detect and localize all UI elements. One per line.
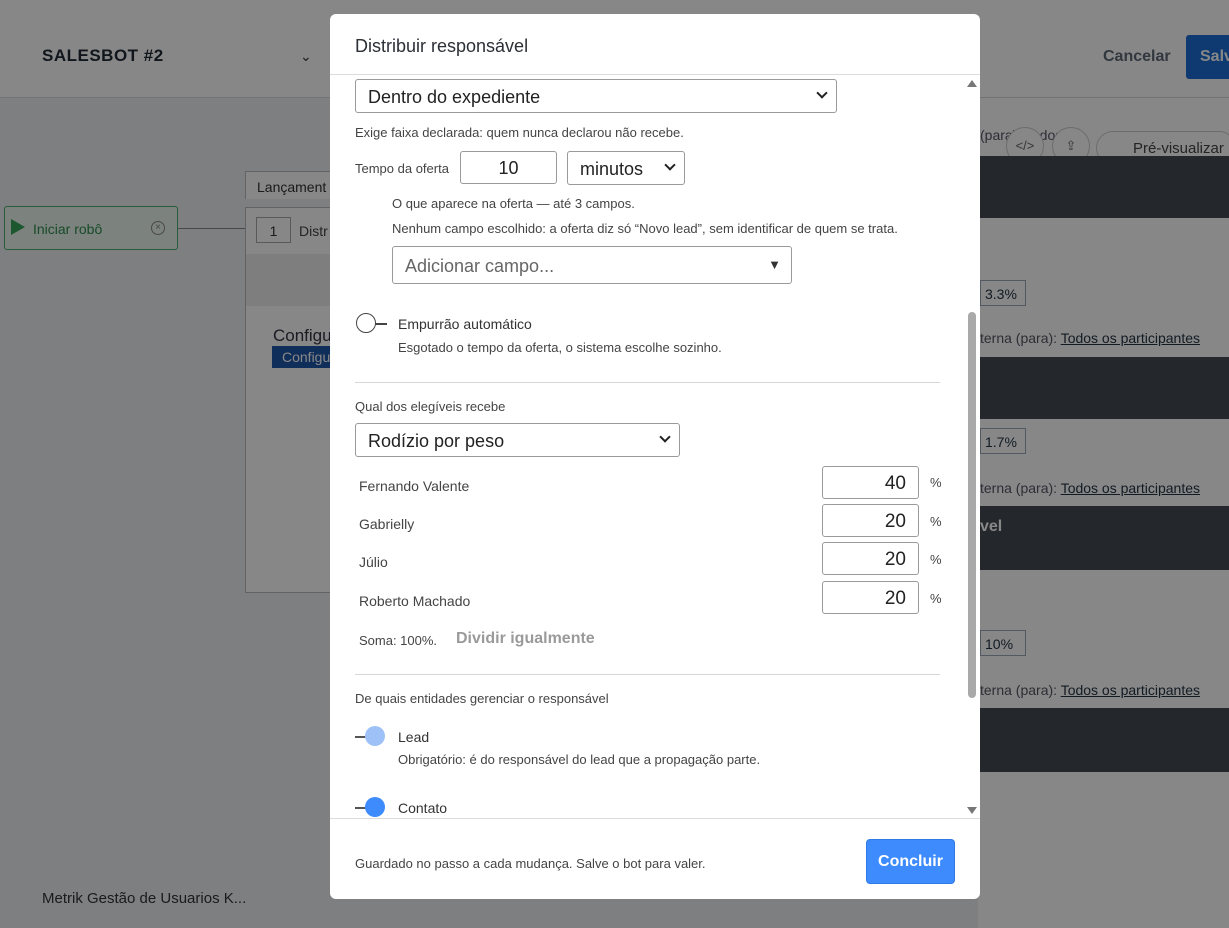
footer-note: Guardado no passo a cada mudança. Salve … [355, 856, 706, 871]
weight-name: Júlio [359, 554, 388, 570]
who-receives-title: Qual dos elegíveis recebe [355, 399, 506, 414]
offer-time-input[interactable]: 10 [460, 151, 557, 184]
divider [355, 382, 940, 383]
offer-fields-title: O que aparece na oferta — até 3 campos. [392, 196, 635, 211]
chevron-down-icon [816, 87, 828, 99]
weights-sum: Soma: 100%. [359, 633, 438, 648]
chevron-down-icon [664, 159, 676, 171]
add-field-select[interactable]: Adicionar campo... ▼ [392, 246, 792, 284]
modal-footer: Guardado no passo a cada mudança. Salve … [330, 818, 980, 899]
offer-fields-note: Nenhum campo escolhido: a oferta diz só … [392, 221, 898, 236]
modal-title: Distribuir responsável [355, 36, 529, 56]
percent-sign: % [930, 552, 942, 567]
schedule-note: Exige faixa declarada: quem nunca declar… [355, 125, 684, 140]
percent-sign: % [930, 591, 942, 606]
offer-unit-select[interactable]: minutos [567, 151, 685, 185]
entities-title: De quais entidades gerenciar o responsáv… [355, 691, 609, 706]
rotation-select-value: Rodízio por peso [368, 431, 505, 451]
done-button[interactable]: Concluir [866, 839, 955, 884]
weight-input[interactable]: 40 [822, 466, 919, 499]
divider [355, 674, 940, 675]
auto-push-toggle[interactable] [356, 313, 376, 333]
auto-push-note: Esgotado o tempo da oferta, o sistema es… [398, 340, 722, 355]
percent-sign: % [930, 514, 942, 529]
split-equally-button[interactable]: Dividir igualmente [456, 630, 595, 648]
weight-input[interactable]: 20 [822, 504, 919, 537]
offer-unit-value: minutos [580, 159, 644, 179]
toggle-line [375, 323, 387, 325]
auto-push-label: Empurrão automático [398, 316, 532, 332]
weight-name: Fernando Valente [359, 478, 470, 494]
scrollbar-thumb[interactable] [968, 312, 976, 698]
weight-input[interactable]: 20 [822, 581, 919, 614]
schedule-select-value: Dentro do expediente [368, 87, 541, 107]
lead-toggle[interactable] [365, 726, 385, 746]
schedule-select[interactable]: Dentro do expediente [355, 79, 837, 113]
contact-toggle[interactable] [365, 797, 385, 817]
weight-name: Gabrielly [359, 516, 415, 532]
lead-note: Obrigatório: é do responsável do lead qu… [398, 752, 761, 767]
weight-name: Roberto Machado [359, 593, 471, 609]
percent-sign: % [930, 475, 942, 490]
weight-input[interactable]: 20 [822, 542, 919, 575]
modal-header: Distribuir responsável [330, 14, 980, 75]
contact-label: Contato [398, 800, 448, 816]
rotation-select[interactable]: Rodízio por peso [355, 423, 680, 457]
offer-time-label: Tempo da oferta [355, 161, 449, 176]
lead-label: Lead [398, 729, 430, 745]
scroll-up-arrow-icon[interactable] [967, 80, 977, 87]
scroll-down-arrow-icon[interactable] [967, 807, 977, 814]
modal-body: Dentro do expediente Exige faixa declara… [330, 75, 980, 818]
distribute-responsible-modal: Distribuir responsável Dentro do expedie… [330, 14, 980, 899]
triangle-down-icon: ▼ [768, 257, 781, 272]
chevron-down-icon [659, 431, 671, 443]
add-field-placeholder: Adicionar campo... [405, 256, 555, 276]
